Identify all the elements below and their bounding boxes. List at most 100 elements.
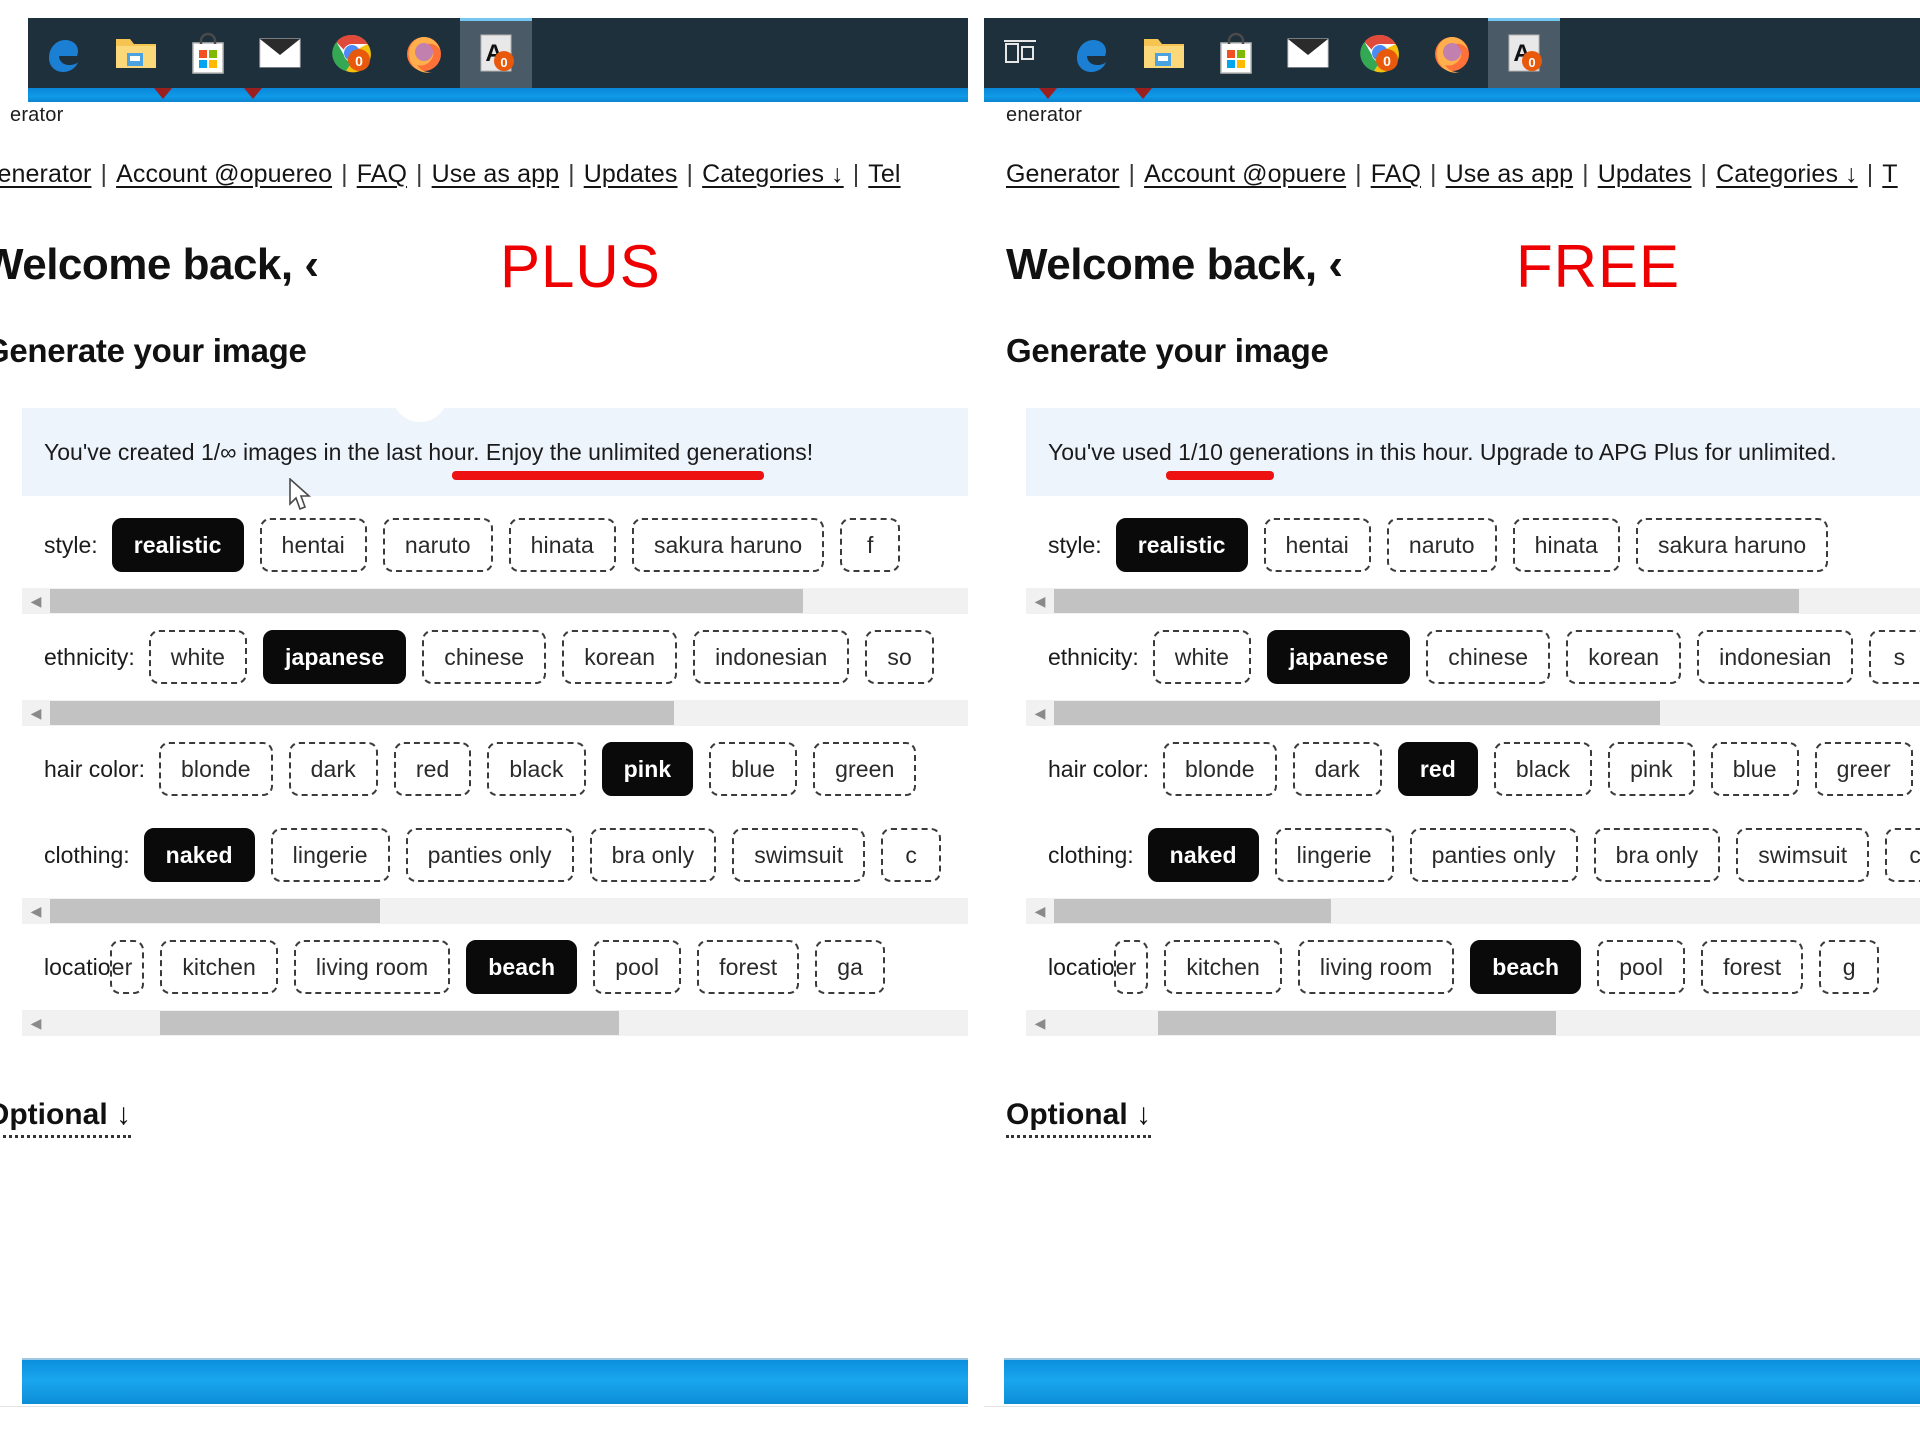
chip-style-realistic[interactable]: realistic — [111, 518, 244, 572]
mail-icon[interactable] — [1272, 18, 1344, 88]
microsoft-store-icon[interactable] — [172, 18, 244, 88]
site-nav-right[interactable]: Generator | Account @opuere | FAQ | Use as app… — [1006, 160, 1920, 200]
chip-ethnicity-korean[interactable]: korean — [562, 630, 678, 684]
scroll-thumb[interactable] — [1054, 899, 1332, 923]
chip-ethnicity-japanese[interactable]: japanese — [1266, 630, 1411, 684]
chip-hair-black[interactable]: black — [1493, 742, 1593, 796]
scroll-thumb[interactable] — [1054, 589, 1799, 613]
chip-hair-pink[interactable]: pink — [1608, 742, 1695, 796]
chip-location-pool[interactable]: pool — [593, 940, 682, 994]
task-view-icon[interactable] — [984, 18, 1056, 88]
nav-link-use-as-app[interactable]: Use as app — [432, 160, 559, 188]
chip-clothing-panties-only[interactable]: panties only — [405, 828, 574, 882]
scroll-thumb[interactable] — [160, 1011, 620, 1035]
firefox-icon[interactable] — [1416, 18, 1488, 88]
chip-style-hinata[interactable]: hinata — [1512, 518, 1620, 572]
scroll-track[interactable] — [1054, 588, 1920, 614]
app-icon[interactable]: A 0 — [460, 18, 532, 88]
scroll-track[interactable] — [50, 1010, 968, 1036]
chip-ethnicity-indonesian[interactable]: indonesian — [1697, 630, 1854, 684]
nav-link-faq[interactable]: FAQ — [1371, 160, 1421, 188]
chip-hair-red[interactable]: red — [1397, 742, 1478, 796]
scrollbar-style[interactable]: ◀ — [1026, 588, 1920, 614]
scroll-left-arrow-icon[interactable]: ◀ — [22, 898, 50, 924]
scrollbar-ethnicity[interactable]: ◀ — [22, 700, 968, 726]
scroll-track[interactable] — [50, 588, 968, 614]
scroll-thumb[interactable] — [50, 899, 381, 923]
chip-clothing-bra-only[interactable]: bra only — [1593, 828, 1721, 882]
chip-clothing-panties-only[interactable]: panties only — [1409, 828, 1578, 882]
chip-location-clipped[interactable]: er — [109, 940, 145, 994]
nav-link-generator[interactable]: Generator — [1006, 160, 1119, 188]
scroll-left-arrow-icon[interactable]: ◀ — [1026, 1010, 1054, 1036]
scroll-left-arrow-icon[interactable]: ◀ — [22, 588, 50, 614]
scroll-left-arrow-icon[interactable]: ◀ — [1026, 588, 1054, 614]
windows-taskbar-right[interactable]: 0 A 0 — [984, 18, 1920, 88]
chip-location-living-room[interactable]: living room — [1297, 940, 1455, 994]
chip-clothing-swimsuit[interactable]: swimsuit — [732, 828, 866, 882]
chrome-icon[interactable]: 0 — [316, 18, 388, 88]
chip-hair-blonde[interactable]: blonde — [1162, 742, 1277, 796]
chip-clothing-lingerie[interactable]: lingerie — [1274, 828, 1394, 882]
edge-icon[interactable] — [1056, 18, 1128, 88]
chip-style-next[interactable]: f — [840, 518, 901, 572]
nav-link-categories[interactable]: Categories ↓ — [1716, 160, 1858, 188]
mail-icon[interactable] — [244, 18, 316, 88]
nav-link-use-as-app[interactable]: Use as app — [1446, 160, 1573, 188]
chip-hair-blue[interactable]: blue — [709, 742, 798, 796]
chip-location-forest[interactable]: forest — [1701, 940, 1804, 994]
scroll-thumb[interactable] — [1054, 701, 1661, 725]
scroll-left-arrow-icon[interactable]: ◀ — [22, 700, 50, 726]
chip-hair-blue[interactable]: blue — [1710, 742, 1799, 796]
nav-link-faq[interactable]: FAQ — [357, 160, 407, 188]
chip-location-kitchen[interactable]: kitchen — [160, 940, 278, 994]
chip-location-beach[interactable]: beach — [466, 940, 578, 994]
chip-hair-dark[interactable]: dark — [288, 742, 378, 796]
windows-taskbar-left[interactable]: 0 A 0 — [28, 18, 968, 88]
chip-ethnicity-white[interactable]: white — [1152, 630, 1251, 684]
scrollbar-clothing[interactable]: ◀ — [1026, 898, 1920, 924]
chip-clothing-naked[interactable]: naked — [143, 828, 255, 882]
site-nav-left[interactable]: Generator | Account @opuereo | FAQ | Use as ap… — [0, 160, 968, 200]
chip-style-sakura-haruno[interactable]: sakura haruno — [631, 518, 825, 572]
chip-style-realistic[interactable]: realistic — [1115, 518, 1248, 572]
chip-ethnicity-chinese[interactable]: chinese — [422, 630, 547, 684]
nav-link-updates[interactable]: Updates — [1598, 160, 1692, 188]
chip-style-hinata[interactable]: hinata — [508, 518, 616, 572]
file-explorer-icon[interactable] — [1128, 18, 1200, 88]
nav-link-telegram[interactable]: Tel — [868, 160, 900, 188]
scroll-track[interactable] — [1054, 700, 1920, 726]
scrollbar-style[interactable]: ◀ — [22, 588, 968, 614]
chip-clothing-next[interactable]: c — [881, 828, 942, 882]
chip-clothing-bra-only[interactable]: bra only — [589, 828, 717, 882]
chip-location-next[interactable]: g — [1819, 940, 1880, 994]
nav-link-telegram[interactable]: T — [1882, 160, 1897, 188]
chip-location-living-room[interactable]: living room — [293, 940, 451, 994]
chip-hair-green[interactable]: greer — [1814, 742, 1913, 796]
scroll-track[interactable] — [1054, 898, 1920, 924]
chip-clothing-lingerie[interactable]: lingerie — [270, 828, 390, 882]
chip-style-naruto[interactable]: naruto — [382, 518, 493, 572]
firefox-icon[interactable] — [388, 18, 460, 88]
nav-link-account[interactable]: Account @opuereo — [116, 160, 332, 188]
scrollbar-location[interactable]: ◀ — [1026, 1010, 1920, 1036]
scroll-track[interactable] — [1054, 1010, 1920, 1036]
chip-ethnicity-next[interactable]: s — [1869, 630, 1920, 684]
chip-hair-red[interactable]: red — [393, 742, 472, 796]
chrome-icon[interactable]: 0 — [1344, 18, 1416, 88]
nav-link-categories[interactable]: Categories ↓ — [702, 160, 844, 188]
chip-hair-pink[interactable]: pink — [601, 742, 694, 796]
chip-ethnicity-korean[interactable]: korean — [1566, 630, 1682, 684]
chip-location-clipped[interactable]: er — [1113, 940, 1149, 994]
chip-style-sakura-haruno[interactable]: sakura haruno — [1635, 518, 1829, 572]
scroll-thumb[interactable] — [50, 589, 803, 613]
chip-hair-green[interactable]: green — [813, 742, 917, 796]
chip-hair-dark[interactable]: dark — [1292, 742, 1382, 796]
chip-location-forest[interactable]: forest — [697, 940, 800, 994]
nav-link-updates[interactable]: Updates — [584, 160, 678, 188]
scroll-track[interactable] — [50, 898, 968, 924]
chip-ethnicity-white[interactable]: white — [148, 630, 247, 684]
chip-style-naruto[interactable]: naruto — [1386, 518, 1497, 572]
nav-link-generator[interactable]: Generator — [0, 160, 91, 188]
app-icon[interactable]: A 0 — [1488, 18, 1560, 88]
